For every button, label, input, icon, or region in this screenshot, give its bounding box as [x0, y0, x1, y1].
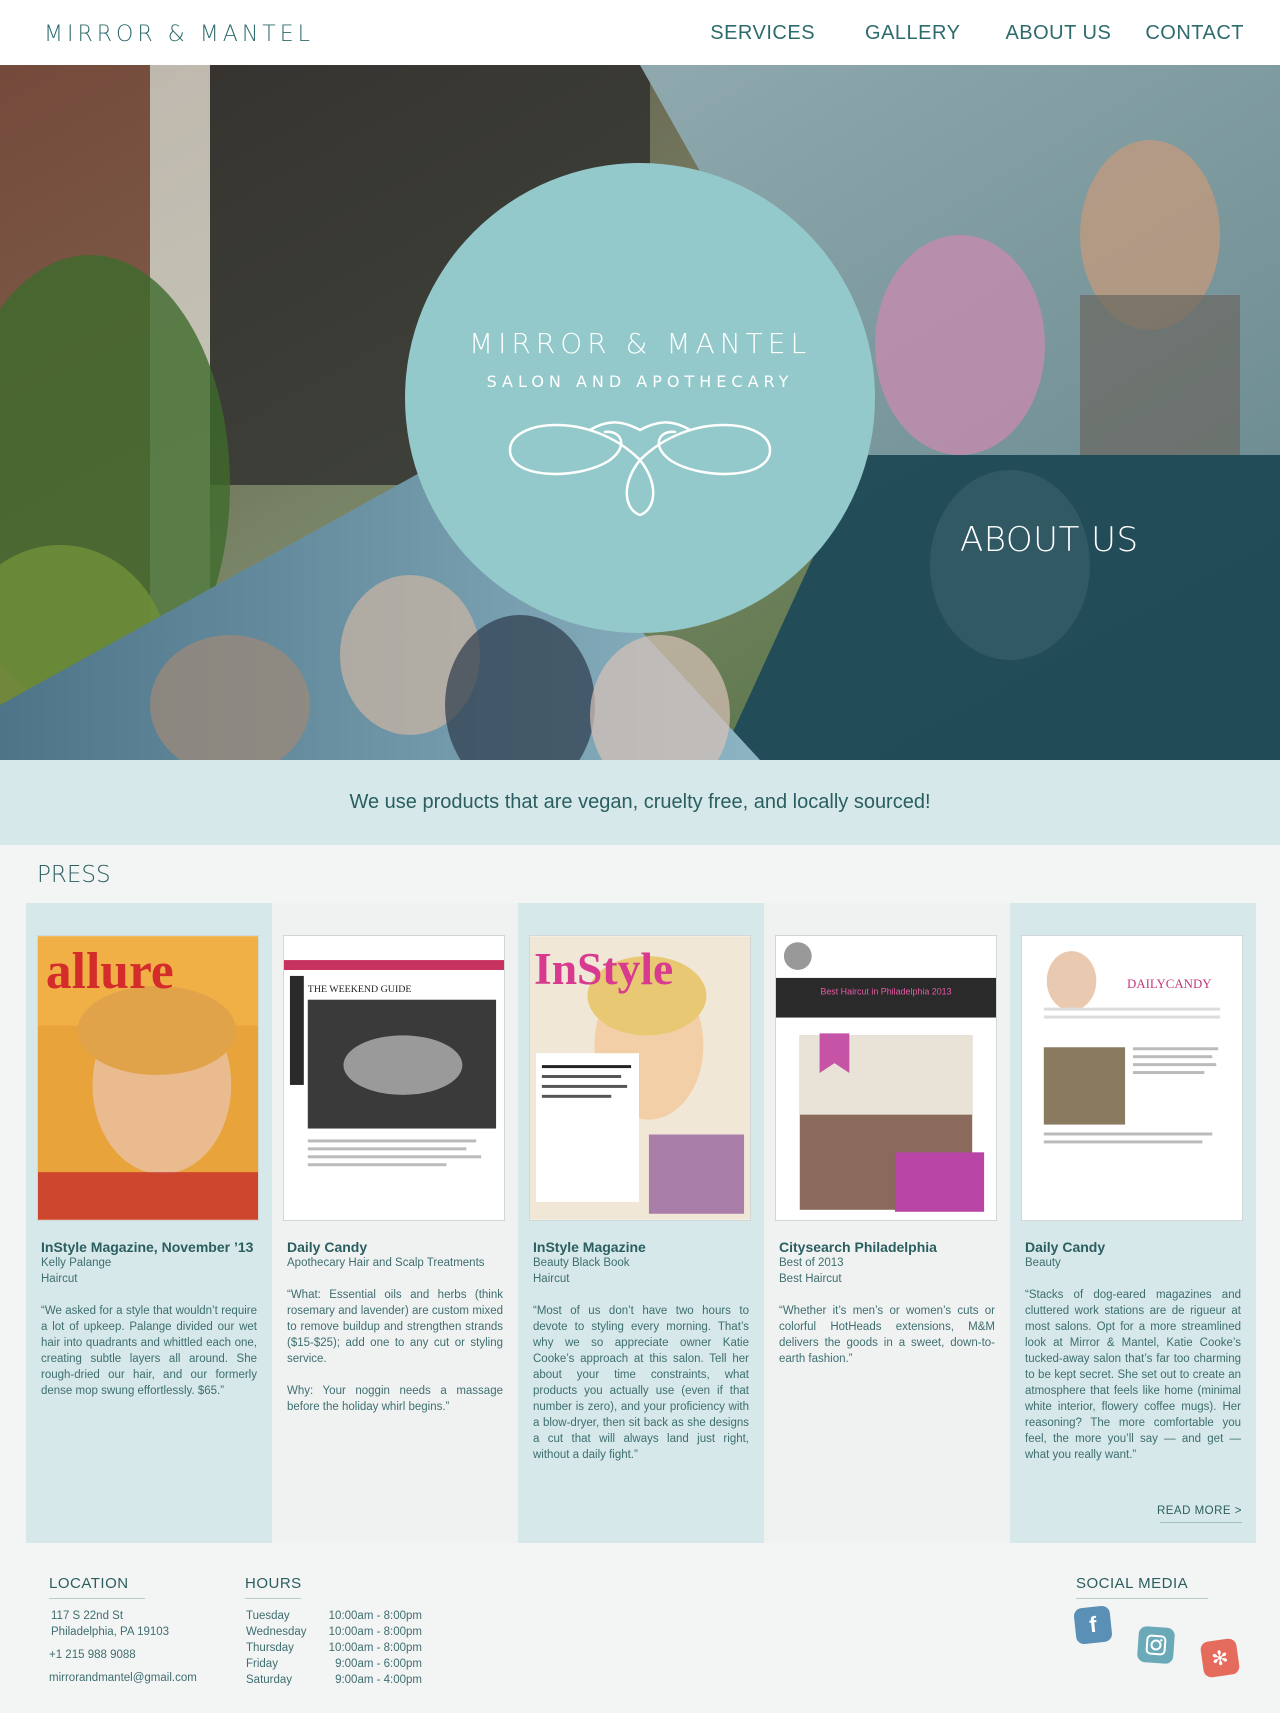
- read-more-link[interactable]: READ MORE >: [1157, 1505, 1242, 1517]
- press-card: InStyle InStyle Magazine Beauty Black Bo…: [518, 903, 764, 1543]
- press-card: THE WEEKEND GUIDE Daily Candy Apothecary…: [272, 903, 518, 1543]
- press-card-title: Citysearch Philadelphia: [779, 1239, 937, 1255]
- press-card: Best Haircut in Philadelphia 2013 Cityse…: [764, 903, 1010, 1543]
- about-us-heading: ABOUT US: [960, 520, 1139, 560]
- press-card-title: Daily Candy: [1025, 1239, 1106, 1255]
- site-logo[interactable]: MIRROR & MANTEL: [44, 22, 314, 47]
- press-card-title: InStyle Magazine, November ’13: [41, 1239, 254, 1255]
- nav-about-us[interactable]: ABOUT US: [1005, 22, 1111, 45]
- hours-table: Tuesday 10:00am - 8:00pm Wednesday 10:00am…: [246, 1608, 422, 1688]
- tagline-band: We use products that are vegan, cruelty …: [0, 760, 1280, 845]
- tagline-text: We use products that are vegan, cruelty …: [349, 791, 931, 813]
- site-header: MIRROR & MANTEL SERVICES GALLERY ABOUT U…: [0, 0, 1280, 65]
- press-heading: PRESS: [37, 862, 111, 888]
- hero-title: MIRROR & MANTEL: [468, 327, 812, 360]
- instagram-icon[interactable]: [1136, 1625, 1176, 1665]
- thumb-title: Best Haircut in Philadelphia 2013: [820, 987, 951, 997]
- phone-number[interactable]: +1 215 988 9088: [49, 1647, 136, 1663]
- yelp-icon[interactable]: ✻: [1199, 1637, 1241, 1679]
- dailycandy-thumbnail[interactable]: THE WEEKEND GUIDE: [283, 935, 505, 1221]
- hero-banner: MIRROR & MANTEL SALON AND APOTHECARY ABO…: [0, 65, 1280, 760]
- nav-contact[interactable]: CONTACT: [1145, 22, 1244, 45]
- press-card-subtitle: Beauty Black Book: [533, 1257, 630, 1269]
- hero-logo-circle: [405, 163, 875, 633]
- main-nav: SERVICES GALLERY ABOUT US CONTACT: [710, 22, 1244, 45]
- thumb-title: DAILYCANDY: [1127, 977, 1212, 991]
- address-city: Philadelphia, PA 19103: [51, 1626, 170, 1638]
- location-heading: LOCATION: [49, 1575, 129, 1592]
- hero-subtitle: SALON AND APOTHECARY: [486, 372, 794, 391]
- hours-row: Saturday 9:00am - 4:00pm: [246, 1674, 422, 1686]
- hours-row: Thursday 10:00am - 8:00pm: [246, 1642, 422, 1654]
- press-card-quote: “Whether it’s men’s or women’s cuts or c…: [779, 1305, 995, 1365]
- press-card-subtitle: Beauty: [1025, 1257, 1061, 1269]
- social-rule: [1076, 1598, 1208, 1599]
- dailycandy-beauty-thumbnail[interactable]: DAILYCANDY: [1021, 935, 1243, 1221]
- facebook-icon[interactable]: f: [1073, 1605, 1113, 1645]
- location-rule: [49, 1598, 145, 1599]
- instyle-cover-thumbnail[interactable]: InStyle: [529, 935, 751, 1221]
- allure-cover-thumbnail[interactable]: allure: [37, 935, 259, 1221]
- thumb-title: allure: [46, 943, 174, 1000]
- press-card-category: Haircut: [41, 1273, 78, 1285]
- hours-row: Wednesday 10:00am - 8:00pm: [246, 1626, 422, 1638]
- press-card-category: Haircut: [533, 1273, 570, 1285]
- email-link[interactable]: mirrorandmantel@gmail.com: [49, 1670, 197, 1686]
- site-footer: LOCATION 117 S 22nd St Philadelphia, PA …: [0, 1543, 1280, 1713]
- nav-gallery[interactable]: GALLERY: [865, 22, 960, 45]
- press-card-subtitle: Apothecary Hair and Scalp Treatments: [287, 1257, 485, 1269]
- press-card-quote-2: Why: Your noggin needs a massage before …: [287, 1385, 503, 1413]
- press-card-category: Best Haircut: [779, 1273, 842, 1285]
- press-card-subtitle: Best of 2013: [779, 1257, 844, 1269]
- press-cards: allure InStyle Magazine, November ’13 Ke…: [26, 903, 1256, 1543]
- flourish-ornament-icon: [508, 421, 772, 517]
- press-card-title: InStyle Magazine: [533, 1239, 646, 1255]
- thumb-title: THE WEEKEND GUIDE: [308, 984, 412, 995]
- press-card-quote: “What: Essential oils and herbs (think r…: [287, 1289, 503, 1365]
- press-card-title: Daily Candy: [287, 1239, 368, 1255]
- hours-heading: HOURS: [245, 1575, 302, 1592]
- press-card-author: Kelly Palange: [41, 1257, 112, 1269]
- hours-rule: [245, 1598, 301, 1599]
- thumb-title: InStyle: [534, 943, 673, 994]
- address-street: 117 S 22nd St: [51, 1610, 124, 1622]
- press-card-quote: “Stacks of dog-eared magazines and clutt…: [1025, 1289, 1241, 1461]
- press-card: allure InStyle Magazine, November ’13 Ke…: [26, 903, 272, 1543]
- hours-row: Tuesday 10:00am - 8:00pm: [246, 1610, 422, 1622]
- read-more-underline: [1160, 1522, 1242, 1523]
- citysearch-thumbnail[interactable]: Best Haircut in Philadelphia 2013: [775, 935, 997, 1221]
- social-heading: SOCIAL MEDIA: [1076, 1575, 1189, 1592]
- press-card-quote: “We asked for a style that wouldn’t requ…: [41, 1305, 257, 1397]
- press-card-quote: “Most of us don’t have two hours to devo…: [533, 1305, 749, 1461]
- hours-row: Friday 9:00am - 6:00pm: [246, 1658, 422, 1670]
- press-card: DAILYCANDY Daily Candy Beauty “Stacks of…: [1010, 903, 1256, 1543]
- nav-services[interactable]: SERVICES: [710, 22, 815, 45]
